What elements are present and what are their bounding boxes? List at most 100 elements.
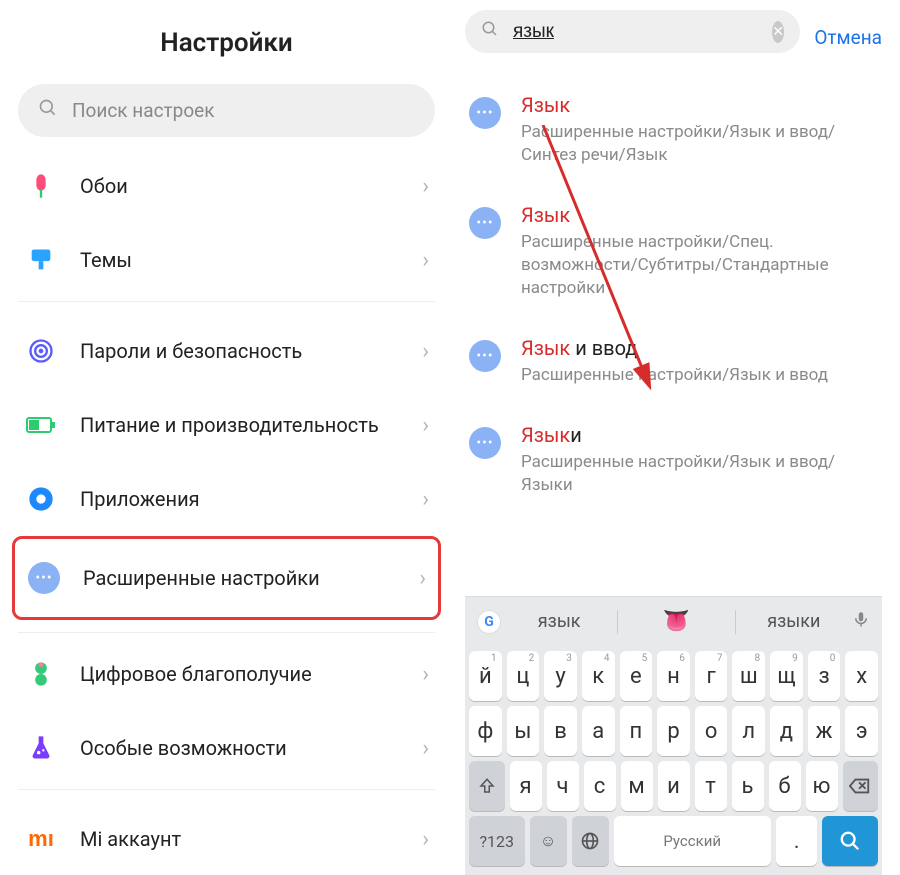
wellbeing-icon bbox=[24, 657, 58, 691]
settings-item-accessibility[interactable]: Особые возможности › bbox=[18, 711, 435, 785]
cancel-button[interactable]: Отмена bbox=[814, 26, 882, 49]
settings-item-apps[interactable]: Приложения › bbox=[18, 462, 435, 536]
search-input-pill[interactable]: ✕ bbox=[465, 10, 800, 53]
key-с[interactable]: с bbox=[584, 761, 616, 811]
key-ш[interactable]: ш8 bbox=[732, 651, 765, 701]
settings-item-advanced[interactable]: ••• Расширенные настройки › bbox=[15, 539, 438, 617]
globe-key[interactable] bbox=[572, 816, 609, 866]
result-title: Язык и ввод bbox=[521, 336, 828, 360]
settings-item-security[interactable]: Пароли и безопасность › bbox=[18, 314, 435, 388]
key-я[interactable]: я bbox=[510, 761, 542, 811]
mic-icon[interactable] bbox=[852, 610, 870, 633]
flask-icon bbox=[24, 731, 58, 765]
clear-icon[interactable]: ✕ bbox=[772, 21, 784, 43]
gear-icon bbox=[24, 482, 58, 516]
settings-item-battery[interactable]: Питание и производительность › bbox=[18, 388, 435, 462]
key-и[interactable]: и bbox=[658, 761, 690, 811]
dots-icon: ••• bbox=[27, 561, 61, 595]
key-з[interactable]: з0 bbox=[808, 651, 841, 701]
key-ф[interactable]: ф bbox=[469, 706, 502, 756]
keyboard-row: фывапролджэ bbox=[469, 706, 878, 756]
key-ц[interactable]: ц2 bbox=[507, 651, 540, 701]
search-result[interactable]: Язык Расширенные настройки/Спец. возможн… bbox=[465, 189, 882, 322]
chevron-right-icon: › bbox=[422, 827, 429, 852]
settings-item-mi-account[interactable]: mı Mi аккаунт › bbox=[18, 802, 435, 860]
key-р[interactable]: р bbox=[657, 706, 690, 756]
chevron-right-icon: › bbox=[422, 248, 429, 273]
key-ю[interactable]: ю bbox=[806, 761, 838, 811]
divider bbox=[18, 301, 435, 302]
space-key[interactable]: Русский bbox=[614, 816, 771, 866]
keyboard-suggestion[interactable]: языки bbox=[746, 611, 842, 632]
settings-item-label: Темы bbox=[80, 248, 132, 272]
mi-logo-icon: mı bbox=[24, 822, 58, 856]
spacer bbox=[18, 306, 435, 314]
emoji-key[interactable]: ☺ bbox=[530, 816, 567, 866]
dots-icon bbox=[469, 207, 501, 239]
key-п[interactable]: п bbox=[620, 706, 653, 756]
key-й[interactable]: й1 bbox=[469, 651, 502, 701]
search-input[interactable] bbox=[513, 21, 758, 43]
divider bbox=[18, 789, 435, 790]
key-э[interactable]: э bbox=[845, 706, 878, 756]
key-у[interactable]: у3 bbox=[544, 651, 577, 701]
search-key[interactable] bbox=[822, 816, 878, 866]
search-icon bbox=[481, 20, 499, 43]
battery-icon bbox=[24, 408, 58, 442]
emoji-suggestion[interactable]: 👅 bbox=[628, 609, 724, 634]
search-result[interactable]: Язык и ввод Расширенные настройки/Язык и… bbox=[465, 322, 882, 409]
chevron-right-icon: › bbox=[422, 174, 429, 199]
result-title: Язык bbox=[521, 93, 878, 117]
key-г[interactable]: г7 bbox=[695, 651, 728, 701]
chevron-right-icon: › bbox=[422, 736, 429, 761]
settings-item-wellbeing[interactable]: Цифровое благополучие › bbox=[18, 637, 435, 711]
search-bar[interactable]: Поиск настроек bbox=[18, 84, 435, 137]
key-ж[interactable]: ж bbox=[808, 706, 841, 756]
symbols-key[interactable]: ?123 bbox=[469, 816, 525, 866]
keyboard-row: ячсмитьбю bbox=[469, 761, 878, 811]
search-result[interactable]: Языки Расширенные настройки/Язык и ввод/… bbox=[465, 409, 882, 519]
keyboard-row: ?123 ☺ Русский . bbox=[469, 816, 878, 866]
settings-item-label: Mi аккаунт bbox=[80, 827, 181, 851]
chevron-right-icon: › bbox=[419, 566, 426, 591]
divider bbox=[18, 632, 435, 633]
key-м[interactable]: м bbox=[621, 761, 653, 811]
period-key[interactable]: . bbox=[776, 816, 818, 866]
shift-key[interactable] bbox=[469, 761, 505, 811]
search-result[interactable]: Язык Расширенные настройки/Язык и ввод/С… bbox=[465, 79, 882, 189]
brush-icon bbox=[24, 243, 58, 277]
separator bbox=[617, 610, 618, 634]
settings-item-wallpaper[interactable]: Обои › bbox=[18, 149, 435, 223]
settings-item-themes[interactable]: Темы › bbox=[18, 223, 435, 297]
result-title: Язык bbox=[521, 203, 878, 227]
key-ы[interactable]: ы bbox=[507, 706, 540, 756]
key-ч[interactable]: ч bbox=[547, 761, 579, 811]
key-д[interactable]: д bbox=[770, 706, 803, 756]
result-path: Расширенные настройки/Язык и ввод bbox=[521, 364, 828, 387]
key-т[interactable]: т bbox=[695, 761, 727, 811]
key-а[interactable]: а bbox=[582, 706, 615, 756]
result-title: Языки bbox=[521, 423, 878, 447]
search-placeholder: Поиск настроек bbox=[72, 99, 215, 122]
separator bbox=[735, 610, 736, 634]
key-е[interactable]: е5 bbox=[620, 651, 653, 701]
chevron-right-icon: › bbox=[422, 339, 429, 364]
key-ь[interactable]: ь bbox=[732, 761, 764, 811]
keyboard-suggestion[interactable]: язык bbox=[511, 611, 607, 632]
key-х[interactable]: х bbox=[845, 651, 878, 701]
key-к[interactable]: к4 bbox=[582, 651, 615, 701]
highlighted-item-advanced: ••• Расширенные настройки › bbox=[12, 536, 441, 620]
key-б[interactable]: б bbox=[769, 761, 801, 811]
results-list[interactable]: Язык Расширенные настройки/Язык и ввод/С… bbox=[465, 79, 882, 596]
key-в[interactable]: в bbox=[544, 706, 577, 756]
key-щ[interactable]: щ9 bbox=[770, 651, 803, 701]
backspace-key[interactable] bbox=[843, 761, 879, 811]
spacer bbox=[18, 620, 435, 628]
google-icon[interactable]: G bbox=[477, 610, 501, 634]
key-л[interactable]: л bbox=[732, 706, 765, 756]
key-о[interactable]: о bbox=[695, 706, 728, 756]
settings-item-label: Питание и производительность bbox=[80, 413, 379, 437]
key-н[interactable]: н6 bbox=[657, 651, 690, 701]
settings-item-label: Обои bbox=[80, 174, 128, 198]
fingerprint-icon bbox=[24, 334, 58, 368]
